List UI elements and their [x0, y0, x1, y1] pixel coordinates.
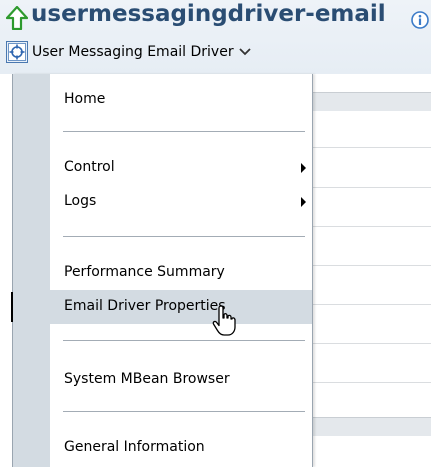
background-divider [312, 304, 431, 305]
up-arrow-icon[interactable] [6, 6, 28, 30]
driver-menu-label: User Messaging Email Driver [32, 44, 234, 60]
menu-item-home[interactable]: Home [13, 83, 312, 117]
submenu-arrow-icon [301, 197, 306, 207]
menu-separator [63, 411, 305, 412]
background-row [312, 417, 431, 436]
active-indicator [11, 292, 13, 322]
menu-item-general-information[interactable]: General Information [13, 431, 312, 465]
menu-item-performance-summary[interactable]: Performance Summary [13, 256, 312, 290]
menu-item-label: General Information [64, 439, 205, 455]
background-divider [312, 382, 431, 383]
menu-separator [63, 340, 305, 341]
menu-item-label: Performance Summary [64, 264, 225, 280]
info-icon[interactable] [411, 11, 429, 29]
menu-item-system-mbean-browser[interactable]: System MBean Browser [13, 363, 312, 397]
menu-item-label: Logs [64, 193, 97, 209]
menu-item-label: System MBean Browser [64, 371, 230, 387]
page: usermessagingdriver-email User Messaging… [0, 0, 431, 467]
menu-item-label: Home [64, 91, 106, 107]
background-divider [312, 265, 431, 266]
menu-item-label: Email Driver Properties [64, 298, 226, 314]
menu-item-logs[interactable]: Logs [13, 185, 312, 219]
background-divider [312, 343, 431, 344]
menu-item-label: Control [64, 159, 115, 175]
driver-menu-button[interactable]: User Messaging Email Driver [6, 38, 251, 66]
target-icon [6, 41, 28, 63]
header: usermessagingdriver-email User Messaging… [0, 0, 431, 74]
background-divider [312, 147, 431, 148]
menu-separator [63, 236, 305, 237]
menu-item-control[interactable]: Control [13, 151, 312, 185]
background-row [312, 92, 431, 111]
page-title: usermessagingdriver-email [31, 1, 386, 27]
menu-separator [63, 131, 305, 132]
background-divider [312, 226, 431, 227]
chevron-down-icon [238, 48, 251, 56]
context-menu: Home Control Logs Performance Summary Em… [11, 74, 313, 467]
submenu-arrow-icon [301, 163, 306, 173]
background-divider [312, 187, 431, 188]
menu-item-email-driver-properties[interactable]: Email Driver Properties [11, 290, 312, 324]
